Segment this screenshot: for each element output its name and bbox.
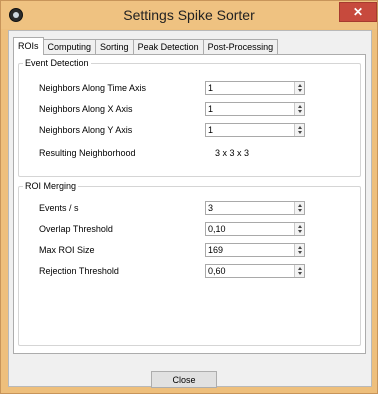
events-per-second-value: 3 [208,203,214,213]
max-roi-size-spinbox[interactable]: 169 [205,243,305,257]
spin-arrows-icon[interactable] [294,103,304,115]
event-detection-group: Event Detection Neighbors Along Time Axi… [18,58,361,177]
tab-bar: ROIs Computing Sorting Peak Detection Po… [13,37,279,55]
title-bar[interactable]: Settings Spike Sorter ✕ [1,1,377,29]
rois-tab-panel: Event Detection Neighbors Along Time Axi… [13,54,366,354]
events-per-second-spinbox[interactable]: 3 [205,201,305,215]
spin-arrows-icon[interactable] [294,82,304,94]
x-axis-spinbox[interactable]: 1 [205,102,305,116]
max-roi-size-label: Max ROI Size [39,245,95,255]
x-axis-value: 1 [208,104,214,114]
rejection-threshold-value: 0,60 [208,266,226,276]
y-axis-label: Neighbors Along Y Axis [39,125,133,135]
spin-arrows-icon[interactable] [294,202,304,214]
time-axis-value: 1 [208,83,214,93]
overlap-threshold-label: Overlap Threshold [39,224,113,234]
resulting-neighborhood-label: Resulting Neighborhood [39,148,136,158]
events-per-second-label: Events / s [39,203,79,213]
settings-window: Settings Spike Sorter ✕ ROIs Computing S… [0,0,378,394]
close-icon: ✕ [352,5,364,19]
overlap-threshold-value: 0,10 [208,224,226,234]
y-axis-value: 1 [208,125,214,135]
time-axis-label: Neighbors Along Time Axis [39,83,147,93]
overlap-threshold-spinbox[interactable]: 0,10 [205,222,305,236]
spin-arrows-icon[interactable] [294,244,304,256]
event-detection-title: Event Detection [23,58,91,68]
time-axis-spinbox[interactable]: 1 [205,81,305,95]
max-roi-size-value: 169 [208,245,224,255]
tab-sorting[interactable]: Sorting [95,39,134,55]
rejection-threshold-label: Rejection Threshold [39,266,119,276]
y-axis-spinbox[interactable]: 1 [205,123,305,137]
rejection-threshold-spinbox[interactable]: 0,60 [205,264,305,278]
x-axis-label: Neighbors Along X Axis [39,104,133,114]
roi-merging-title: ROI Merging [23,181,79,191]
window-title: Settings Spike Sorter [123,7,255,23]
tab-peak-detection[interactable]: Peak Detection [132,39,204,55]
roi-merging-group: ROI Merging Events / s 3 Overlap Thresho… [18,181,361,346]
tab-computing[interactable]: Computing [42,39,97,55]
window-close-button[interactable]: ✕ [339,2,377,22]
spin-arrows-icon[interactable] [294,223,304,235]
spin-arrows-icon[interactable] [294,124,304,136]
spin-arrows-icon[interactable] [294,265,304,277]
close-button[interactable]: Close [151,371,217,388]
resulting-neighborhood-value: 3 x 3 x 3 [215,148,250,158]
tab-rois[interactable]: ROIs [13,37,44,55]
dialog-client: ROIs Computing Sorting Peak Detection Po… [8,30,372,388]
tab-post-processing[interactable]: Post-Processing [202,39,279,55]
